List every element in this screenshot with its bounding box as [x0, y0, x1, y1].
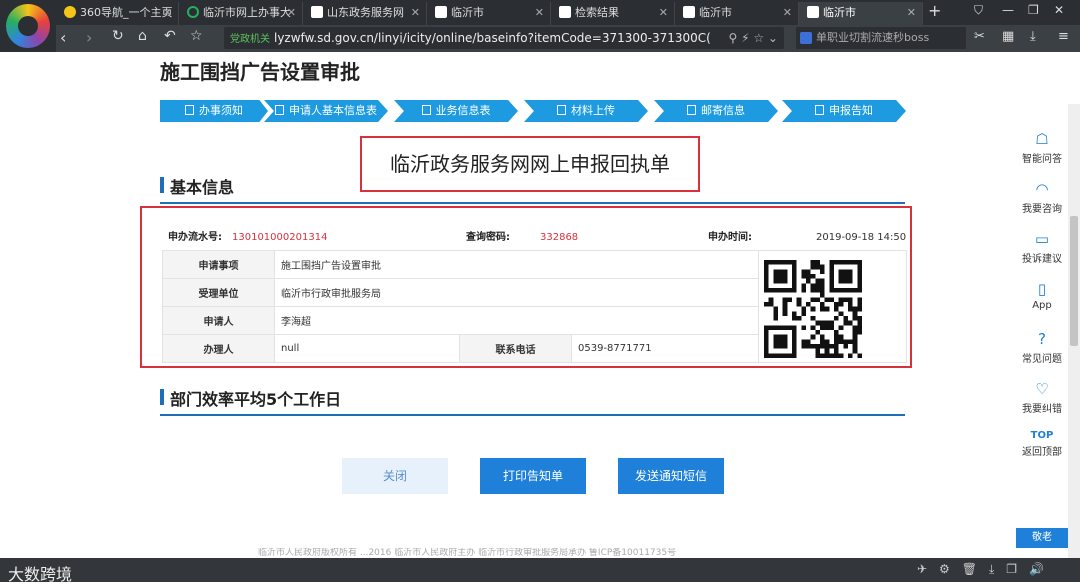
restore-icon[interactable]: ❐ [1028, 3, 1039, 17]
send-sms-button[interactable]: 发送通知短信 [618, 458, 724, 494]
edit-icon [275, 105, 284, 115]
elder-mode-button[interactable]: 敬老 [1016, 528, 1068, 548]
right-sidebar: ☖ 智能问答 ◠ 我要咨询 ▭ 投诉建议 ▯ App ? 常见问题 ♡ 我要纠错 TOP 返回… [1016, 124, 1068, 556]
info-box: 申办流水号: 130101000201314 查询密码: 332868 申办时间: 2… [140, 206, 912, 368]
sidebar-item-faq[interactable]: ? 常见问题 [1016, 330, 1068, 365]
step-5[interactable]: 邮寄信息 [654, 100, 778, 122]
sidebar-item-top[interactable]: TOP 返回顶部 [1016, 430, 1068, 458]
sidebar-item-app[interactable]: ▯ App [1016, 280, 1068, 311]
progress-steps: 办事须知 申请人基本信息表 业务信息表 材料上传 邮寄信息 申报告知 [160, 100, 906, 122]
toolbar: ‹ › ↻ ⌂ ↶ ☆ 党政机关 lyzwfw.sd.gov.cn/linyi/i… [56, 25, 1080, 52]
section-basic-info: 基本信息 [160, 174, 234, 198]
close-icon[interactable]: ✕ [163, 2, 172, 23]
print-notice-button[interactable]: 打印告知单 [480, 458, 586, 494]
menu-icon[interactable]: ≡ [1058, 29, 1069, 44]
footer: 临沂市人民政府版权所有 ...2016 临沂市人民政府主办 临沂市行政审批服务局… [258, 548, 677, 558]
tab-6[interactable]: 临沂市 ✕ [675, 2, 799, 25]
headset-icon: ◠ [1035, 180, 1049, 198]
query-value: 332868 [540, 232, 579, 243]
sidebar-item-consult[interactable]: ◠ 我要咨询 [1016, 180, 1068, 215]
notice-icon [815, 105, 824, 115]
tab-5[interactable]: 检索结果 ✕ [551, 2, 675, 25]
step-3[interactable]: 业务信息表 [394, 100, 518, 122]
serial-row: 申办流水号: 130101000201314 [168, 232, 328, 243]
page-icon [559, 6, 571, 18]
top-icon: TOP [1030, 430, 1054, 441]
qr-code [764, 260, 862, 358]
undo-icon[interactable]: ↶ [164, 28, 176, 44]
section-divider [160, 202, 905, 204]
skin-icon[interactable]: ⛉ [974, 3, 983, 18]
close-icon[interactable]: ✕ [907, 2, 916, 23]
page-title: 施工围挡广告设置审批 [160, 60, 360, 84]
close-icon[interactable]: ✕ [287, 2, 296, 23]
status-icons[interactable]: ✈⚙🗑⤓❐🔊 [917, 562, 1056, 577]
new-tab-icon[interactable]: + [928, 1, 941, 20]
close-icon[interactable]: ✕ [659, 2, 668, 23]
refresh-icon[interactable]: ↻ [112, 28, 124, 44]
loading-icon [187, 6, 199, 18]
search-input[interactable]: 单职业切割流速秒boss [796, 27, 966, 49]
page-icon [435, 6, 447, 18]
robot-icon: ☖ [1035, 130, 1049, 148]
time-row: 申办时间: 2019-09-18 14:50 [708, 232, 907, 243]
step-2[interactable]: 申请人基本信息表 [264, 100, 388, 122]
back-icon[interactable]: ‹ [60, 28, 66, 47]
tab-strip: 360导航_一个主页 ✕ 临沂市网上办事大 ✕ 山东政务服务网 ✕ 临沂市 ✕ 检索结果… [56, 0, 1080, 25]
page-icon [311, 6, 323, 18]
scissors-icon[interactable]: ✂ [974, 29, 985, 44]
upload-icon [557, 105, 566, 115]
status-bar: 大数跨境 ✈⚙🗑⤓❐🔊 [0, 558, 1080, 584]
serial-value: 130101000201314 [232, 232, 328, 243]
main-content: 施工围挡广告设置审批 办事须知 申请人基本信息表 业务信息表 材料上传 邮寄信息… [140, 52, 940, 558]
sidebar-item-qa[interactable]: ☖ 智能问答 [1016, 130, 1068, 165]
browser-logo-icon[interactable] [6, 4, 50, 48]
receipt-title: 临沂政务服务网网上申报回执单 [360, 136, 700, 192]
watermark: 大数跨境 [8, 565, 73, 584]
forward-icon[interactable]: › [86, 28, 92, 47]
tab-7-active[interactable]: 临沂市 ✕ [799, 2, 923, 25]
url-text: lyzwfw.sd.gov.cn/linyi/icity/online/base… [274, 31, 711, 45]
close-button[interactable]: 关闭 [342, 458, 448, 494]
section-efficiency: 部门效率平均5个工作日 [160, 386, 341, 410]
scrollbar[interactable] [1068, 104, 1080, 558]
step-1[interactable]: 办事须知 [160, 100, 268, 122]
sidebar-item-correct[interactable]: ♡ 我要纠错 [1016, 380, 1068, 415]
phone-icon: ▯ [1037, 280, 1047, 298]
doc-icon [185, 105, 194, 115]
browser-chrome: 360导航_一个主页 ✕ 临沂市网上办事大 ✕ 山东政务服务网 ✕ 临沂市 ✕ 检索结果… [0, 0, 1080, 52]
gov-badge: 党政机关 [230, 34, 270, 45]
page-icon [807, 6, 819, 18]
home-icon[interactable]: ⌂ [138, 28, 147, 44]
question-icon: ? [1038, 330, 1046, 348]
address-tools[interactable]: ⚲ ⚡ ☆ ⌄ [729, 27, 778, 49]
close-icon[interactable]: ✕ [535, 2, 544, 23]
close-icon[interactable]: ✕ [411, 2, 420, 23]
close-window-icon[interactable]: ✕ [1054, 3, 1064, 17]
page: 施工围挡广告设置审批 办事须知 申请人基本信息表 业务信息表 材料上传 邮寄信息… [0, 52, 1080, 558]
section-divider [160, 414, 905, 416]
tab-4[interactable]: 临沂市 ✕ [427, 2, 551, 25]
query-row: 查询密码: 332868 [466, 232, 579, 243]
heart-icon: ♡ [1035, 380, 1049, 398]
apps-icon[interactable]: ▦ [1002, 29, 1014, 44]
address-bar[interactable]: 党政机关 lyzwfw.sd.gov.cn/linyi/icity/online/… [224, 27, 784, 49]
scrollbar-thumb[interactable] [1070, 216, 1078, 346]
tab-1[interactable]: 360导航_一个主页 ✕ [56, 2, 179, 25]
message-icon: ▭ [1034, 230, 1050, 248]
form-icon [421, 105, 431, 115]
close-icon[interactable]: ✕ [783, 2, 792, 23]
time-value: 2019-09-18 14:50 [816, 232, 907, 243]
download-icon[interactable]: ⤓ [1030, 29, 1036, 44]
tab-3[interactable]: 山东政务服务网 ✕ [303, 2, 427, 25]
page-icon [683, 6, 695, 18]
minimize-icon[interactable]: — [1002, 3, 1014, 17]
tab-2[interactable]: 临沂市网上办事大 ✕ [179, 2, 303, 25]
step-6[interactable]: 申报告知 [782, 100, 906, 122]
star-icon[interactable]: ☆ [190, 28, 203, 44]
sidebar-item-complaint[interactable]: ▭ 投诉建议 [1016, 230, 1068, 265]
360-icon [64, 6, 76, 18]
mail-icon [687, 105, 696, 115]
step-4[interactable]: 材料上传 [524, 100, 648, 122]
